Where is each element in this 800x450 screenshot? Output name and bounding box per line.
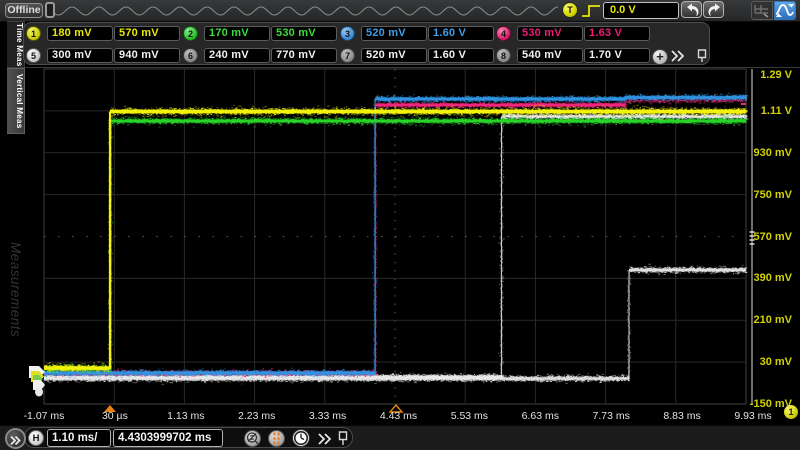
y-axis-label: 930 mV [753, 146, 792, 159]
clock-button[interactable] [292, 429, 310, 447]
expand-panel-button[interactable] [5, 428, 26, 449]
y-axis-label: 570 mV [753, 230, 792, 243]
x-axis-label: 6.63 ms [521, 410, 559, 422]
x-axis-label: 4.43 ms [379, 410, 418, 422]
x-axis-label: 8.83 ms [663, 410, 701, 422]
x-axis-label: 3.33 ms [308, 410, 347, 422]
markers-icon [273, 432, 280, 445]
y-axis-label: 1.11 V [760, 104, 792, 117]
horizontal-badge[interactable]: H [28, 430, 44, 446]
x-axis-label: -1.07 ms [23, 410, 65, 422]
y-axis-label: 390 mV [753, 272, 792, 285]
y-axis-label: 30 mV [759, 356, 792, 369]
x-axis-label: 5.53 ms [450, 410, 489, 422]
y-axis-label: 210 mV [753, 314, 792, 327]
zoom-disabled-icon [246, 432, 259, 445]
zoom-disabled-button[interactable] [244, 430, 261, 447]
y-axis-label: 1.29 V [760, 69, 792, 81]
horizontal-controls-group: H 1.10 ms/ 4.4303999702 ms [24, 427, 353, 448]
timebase-position-field[interactable]: 4.4303999702 ms [113, 429, 223, 447]
hbar-pin-icon[interactable] [337, 431, 349, 446]
x-axis-label: 2.23 ms [238, 410, 276, 422]
x-axis-label: 1.13 ms [167, 410, 205, 422]
timebase-scale-field[interactable]: 1.10 ms/ [47, 429, 111, 447]
double-chevron-right-icon [10, 435, 21, 446]
y-axis-channel-badge: 1 [784, 405, 798, 419]
x-axis-label: 7.73 ms [592, 410, 630, 422]
markers-button[interactable] [268, 430, 285, 447]
channel-offset-markers [29, 366, 45, 397]
x-axis-label: 30 µs [101, 410, 128, 422]
y-axis-label: 750 mV [753, 188, 792, 201]
x-axis-label: 9.93 ms [734, 410, 772, 422]
clock-icon [294, 431, 308, 445]
waveform-plot[interactable] [0, 0, 800, 450]
hbar-more-chevrons-icon[interactable] [317, 432, 333, 446]
